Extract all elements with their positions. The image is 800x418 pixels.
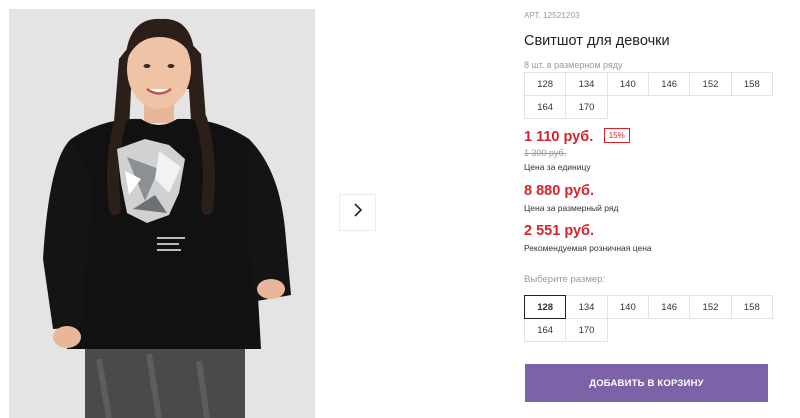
size-row-cell: 152 bbox=[689, 72, 732, 96]
size-row-cell: 164 bbox=[524, 95, 567, 119]
size-option-selected[interactable]: 128 bbox=[524, 295, 567, 319]
unit-price-block: 1 110 руб. 15% 1 300 руб. Цена за единиц… bbox=[524, 128, 630, 172]
row-price-caption: Цена за размерный ряд bbox=[524, 203, 619, 213]
size-option[interactable]: 170 bbox=[565, 318, 608, 342]
retail-price-block: 2 551 руб. Рекомендуемая розничная цена bbox=[524, 223, 652, 253]
unit-price: 1 110 руб. bbox=[524, 129, 594, 145]
retail-price: 2 551 руб. bbox=[524, 223, 595, 239]
row-price: 8 880 руб. bbox=[524, 183, 595, 199]
old-price: 1 300 руб. bbox=[524, 148, 567, 158]
product-photo[interactable] bbox=[9, 9, 315, 418]
product-title: Свитшот для девочки bbox=[524, 33, 670, 49]
add-to-cart-button[interactable]: ДОБАВИТЬ В КОРЗИНУ bbox=[525, 364, 768, 402]
sku-value: 12521203 bbox=[543, 11, 580, 20]
size-option[interactable]: 140 bbox=[606, 295, 649, 319]
size-option[interactable]: 158 bbox=[730, 295, 773, 319]
size-row-cell: 134 bbox=[565, 72, 608, 96]
size-row-cell: 146 bbox=[647, 72, 691, 96]
sku: АРТ. 12521203 bbox=[524, 11, 580, 20]
size-option[interactable]: 146 bbox=[647, 295, 691, 319]
size-row-note: 8 шт. в размерном ряду bbox=[524, 60, 623, 70]
choose-size-label: Выберите размер: bbox=[524, 274, 606, 285]
row-price-block: 8 880 руб. Цена за размерный ряд bbox=[524, 183, 618, 213]
chevron-right-icon bbox=[352, 202, 364, 223]
sku-label: АРТ. bbox=[524, 11, 541, 20]
size-row-grid: 128 134 140 146 152 158 164 170 bbox=[524, 72, 773, 119]
size-picker: 128 134 140 146 152 158 164 170 bbox=[524, 295, 773, 342]
size-row-cell: 170 bbox=[565, 95, 608, 119]
retail-price-caption: Рекомендуемая розничная цена bbox=[524, 243, 652, 253]
size-row-cell: 140 bbox=[606, 72, 649, 96]
size-option[interactable]: 164 bbox=[524, 318, 567, 342]
next-image-button[interactable] bbox=[339, 194, 376, 231]
size-row-cell: 128 bbox=[524, 72, 567, 96]
product-photo-illustration bbox=[9, 9, 315, 418]
size-row-cell: 158 bbox=[730, 72, 773, 96]
size-option[interactable]: 134 bbox=[565, 295, 608, 319]
size-option[interactable]: 152 bbox=[689, 295, 732, 319]
discount-badge: 15% bbox=[603, 128, 630, 143]
unit-price-caption: Цена за единицу bbox=[524, 162, 591, 172]
